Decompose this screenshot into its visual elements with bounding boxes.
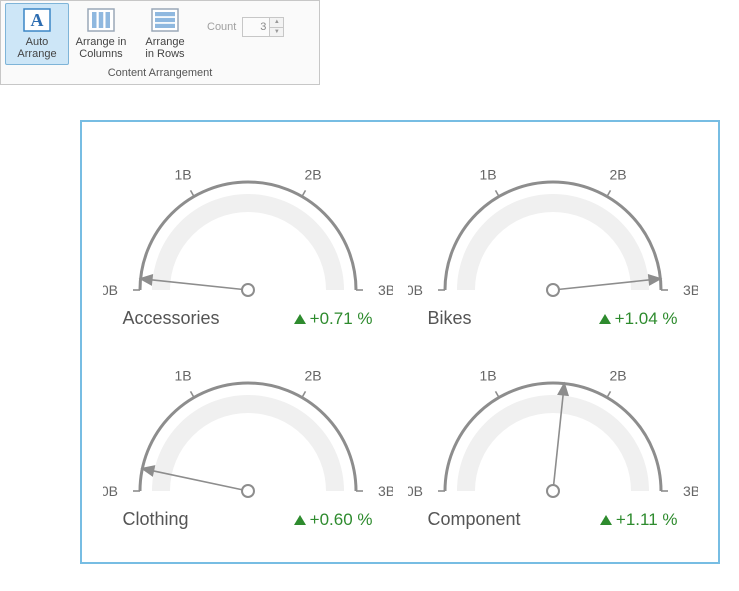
gauge-footer: Accessories +0.71 % [123, 308, 373, 329]
count-group: Count ▲ ▼ [207, 17, 284, 37]
count-spinner[interactable]: ▲ ▼ [242, 17, 284, 37]
gauge-name-label: Bikes [428, 308, 472, 329]
gauge-hub [242, 284, 254, 296]
gauge-svg: 0B 1B 2B 3B [103, 361, 393, 511]
gauge-delta: +1.04 % [599, 309, 678, 329]
gauge-footer: Component +1.11 % [428, 509, 678, 530]
gauge-component: 0B 1B 2B 3B Component +1.11 % [405, 361, 700, 542]
gauge-tick-label: 1B [174, 367, 191, 383]
gauge-bikes: 0B 1B 2B 3B Bikes +1.04 % [405, 160, 700, 341]
gauge-tick-label: 1B [479, 367, 496, 383]
trend-up-icon [599, 314, 611, 324]
gauge-delta: +0.71 % [294, 309, 373, 329]
gauge-hub [547, 284, 559, 296]
count-input [243, 18, 269, 36]
gauge-tick-label: 0B [103, 282, 118, 298]
gauge-name-label: Component [428, 509, 521, 530]
auto-arrange-icon: A [21, 6, 53, 34]
gauge-tick-label: 0B [408, 282, 423, 298]
ribbon-group-content-arrangement: A Auto Arrange Arrange in Columns [0, 0, 320, 85]
gauge-svg: 0B 1B 2B 3B [408, 361, 698, 511]
svg-text:A: A [31, 10, 44, 30]
auto-arrange-label: Auto Arrange [8, 36, 66, 60]
gauge-clothing: 0B 1B 2B 3B Clothing +0.60 % [100, 361, 395, 542]
ribbon-button-row: A Auto Arrange Arrange in Columns [1, 1, 319, 67]
gauge-delta: +0.60 % [294, 510, 373, 530]
gauge-footer: Bikes +1.04 % [428, 308, 678, 329]
gauge-tick-label: 1B [174, 166, 191, 182]
trend-up-icon [600, 515, 612, 525]
arrange-in-columns-button[interactable]: Arrange in Columns [69, 3, 133, 65]
gauge-name-label: Accessories [123, 308, 220, 329]
auto-arrange-button[interactable]: A Auto Arrange [5, 3, 69, 65]
gauge-delta: +1.11 % [600, 510, 678, 530]
gauge-hub [547, 485, 559, 497]
count-spin-down[interactable]: ▼ [270, 28, 283, 37]
trend-up-icon [294, 314, 306, 324]
rows-icon [149, 6, 181, 34]
arrange-in-columns-label: Arrange in Columns [76, 36, 127, 60]
gauge-footer: Clothing +0.60 % [123, 509, 373, 530]
gauge-panel: 0B 1B 2B 3B Accessories +0.71 % 0B 1B 2B 3B Bi… [80, 120, 720, 564]
gauge-name-label: Clothing [123, 509, 189, 530]
gauge-tick-label: 1B [479, 166, 496, 182]
gauge-svg: 0B 1B 2B 3B [103, 160, 393, 310]
gauge-tick-label: 2B [609, 367, 626, 383]
columns-icon [85, 6, 117, 34]
arrange-in-rows-label: Arrange in Rows [145, 36, 184, 60]
gauge-hub [242, 485, 254, 497]
gauge-svg: 0B 1B 2B 3B [408, 160, 698, 310]
count-spin-up[interactable]: ▲ [270, 18, 283, 28]
ribbon-group-title: Content Arrangement [1, 67, 319, 82]
gauge-tick-label: 2B [304, 166, 321, 182]
gauge-tick-label: 0B [103, 483, 118, 499]
gauge-accessories: 0B 1B 2B 3B Accessories +0.71 % [100, 160, 395, 341]
gauge-tick-label: 2B [304, 367, 321, 383]
gauge-tick-label: 2B [609, 166, 626, 182]
gauge-tick-label: 0B [408, 483, 423, 499]
trend-up-icon [294, 515, 306, 525]
count-label: Count [207, 21, 236, 33]
gauge-tick-label: 3B [683, 282, 698, 298]
gauge-tick-label: 3B [683, 483, 698, 499]
gauge-tick-label: 3B [378, 282, 393, 298]
arrange-in-rows-button[interactable]: Arrange in Rows [133, 3, 197, 65]
gauge-tick-label: 3B [378, 483, 393, 499]
